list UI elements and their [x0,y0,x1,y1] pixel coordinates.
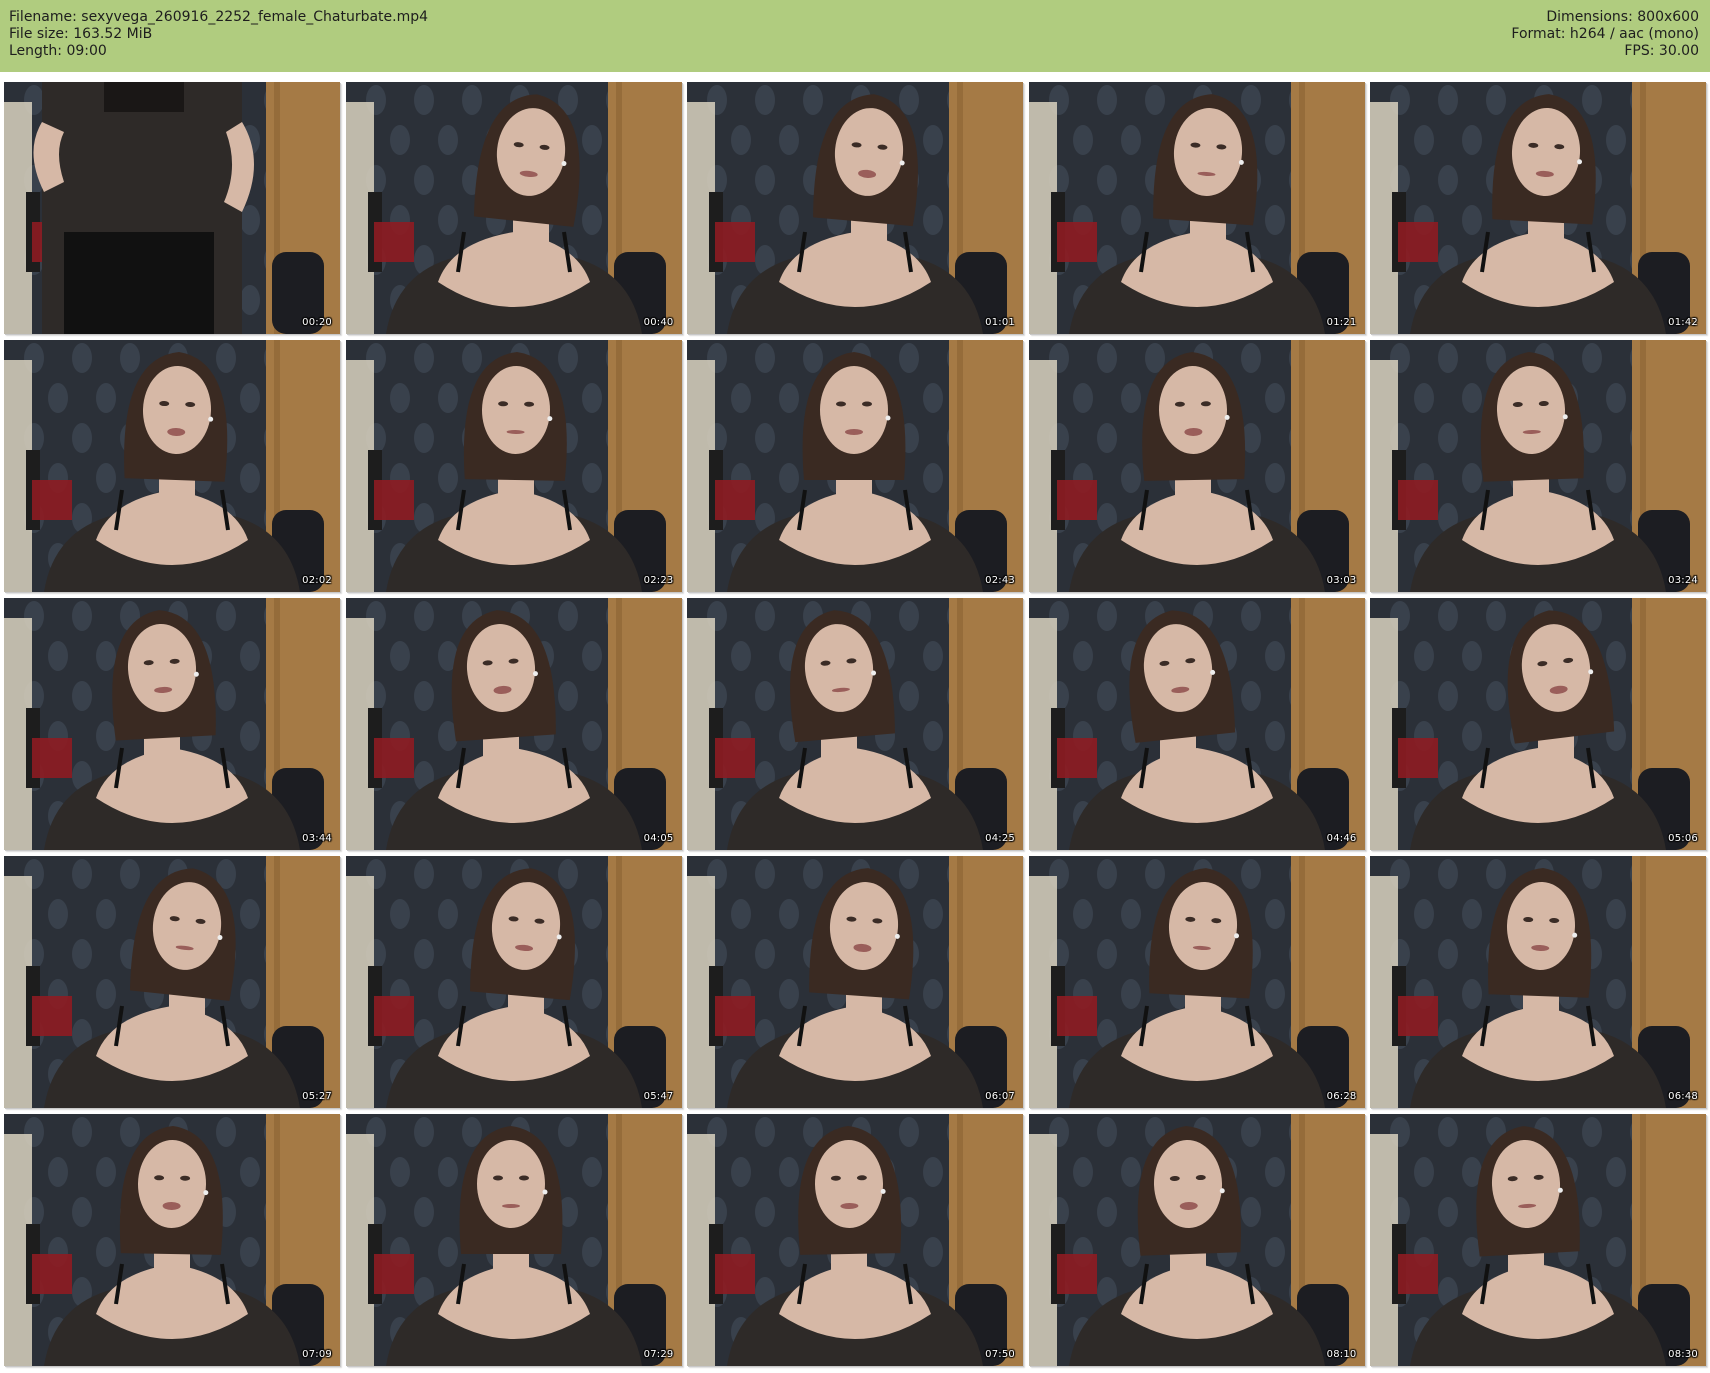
video-thumbnail[interactable]: 06:07 [687,856,1023,1108]
frame-image [1028,340,1365,592]
frame-image [1370,598,1706,850]
video-thumbnail[interactable]: 07:29 [345,1114,682,1366]
timestamp-label: 08:10 [1326,1349,1357,1360]
video-thumbnail[interactable]: 04:25 [687,598,1023,850]
frame-image [345,1114,682,1366]
frame-image [1370,340,1706,592]
video-thumbnail[interactable]: 07:50 [687,1114,1023,1366]
timestamp-label: 05:27 [302,1091,332,1102]
frame-image [687,598,1023,850]
video-thumbnail[interactable]: 01:21 [1028,82,1365,334]
video-thumbnail[interactable]: 04:05 [345,598,682,850]
frame-image [345,340,682,592]
video-thumbnail[interactable]: 06:28 [1028,856,1365,1108]
timestamp-label: 03:03 [1326,575,1357,586]
timestamp-label: 04:25 [985,833,1015,844]
video-thumbnail[interactable]: 01:01 [687,82,1023,334]
frame-image [1028,856,1365,1108]
frame-image [1028,1114,1365,1366]
timestamp-label: 01:21 [1326,317,1357,328]
video-thumbnail[interactable]: 00:20 [4,82,340,334]
timestamp-label: 08:30 [1668,1349,1698,1360]
frame-image [687,340,1023,592]
timestamp-label: 07:09 [302,1349,332,1360]
format-text: Format: h264 / aac (mono) [1511,26,1699,42]
frame-image [345,598,682,850]
frame-image [1370,1114,1706,1366]
frame-image [4,340,340,592]
frame-image [345,856,682,1108]
video-thumbnail[interactable]: 02:43 [687,340,1023,592]
filename-text: Filename: sexyvega_260916_2252_female_Ch… [9,9,429,25]
frame-image [687,856,1023,1108]
dimensions-text: Dimensions: 800x600 [1546,9,1699,25]
frame-image [1370,82,1706,334]
video-thumbnail[interactable]: 08:30 [1370,1114,1706,1366]
frame-image [4,856,340,1108]
frame-image [1028,598,1365,850]
timestamp-label: 07:29 [643,1349,674,1360]
video-thumbnail[interactable]: 05:27 [4,856,340,1108]
timestamp-label: 06:28 [1326,1091,1357,1102]
fps-text: FPS: 30.00 [1624,43,1699,59]
timestamp-label: 00:20 [302,317,332,328]
video-thumbnail[interactable]: 02:23 [345,340,682,592]
timestamp-label: 05:47 [643,1091,674,1102]
video-thumbnail[interactable]: 03:03 [1028,340,1365,592]
timestamp-label: 03:44 [302,833,332,844]
frame-image [4,1114,340,1366]
frame-image [4,598,340,850]
frame-image [345,82,682,334]
timestamp-label: 06:48 [1668,1091,1698,1102]
filesize-text: File size: 163.52 MiB [9,26,153,42]
timestamp-label: 05:06 [1668,833,1698,844]
video-thumbnail[interactable]: 05:47 [345,856,682,1108]
video-thumbnail[interactable]: 03:24 [1370,340,1706,592]
frame-image [1370,856,1706,1108]
timestamp-label: 02:43 [985,575,1015,586]
timestamp-label: 04:05 [643,833,674,844]
video-thumbnail[interactable]: 07:09 [4,1114,340,1366]
file-info-left: Filename: sexyvega_260916_2252_female_Ch… [9,9,428,60]
timestamp-label: 02:23 [643,575,674,586]
length-text: Length: 09:00 [9,43,107,59]
thumbnail-grid: 00:20 00:40 01:01 01:21 01:42 02:02 02:23 02:43… [4,82,1706,1369]
frame-image [687,1114,1023,1366]
frame-image [687,82,1023,334]
timestamp-label: 06:07 [985,1091,1015,1102]
video-thumbnail[interactable]: 01:42 [1370,82,1706,334]
video-thumbnail[interactable]: 06:48 [1370,856,1706,1108]
timestamp-label: 02:02 [302,575,332,586]
video-thumbnail[interactable]: 00:40 [345,82,682,334]
timestamp-label: 01:42 [1668,317,1698,328]
video-thumbnail[interactable]: 08:10 [1028,1114,1365,1366]
video-thumbnail[interactable]: 05:06 [1370,598,1706,850]
frame-image [1028,82,1365,334]
video-thumbnail[interactable]: 02:02 [4,340,340,592]
info-header: Filename: sexyvega_260916_2252_female_Ch… [0,0,1710,72]
video-thumbnail[interactable]: 04:46 [1028,598,1365,850]
timestamp-label: 00:40 [643,317,674,328]
timestamp-label: 03:24 [1668,575,1698,586]
file-info-right: Dimensions: 800x600 Format: h264 / aac (… [1511,9,1699,60]
timestamp-label: 01:01 [985,317,1015,328]
video-thumbnail[interactable]: 03:44 [4,598,340,850]
timestamp-label: 07:50 [985,1349,1015,1360]
frame-image [4,82,340,334]
timestamp-label: 04:46 [1326,833,1357,844]
